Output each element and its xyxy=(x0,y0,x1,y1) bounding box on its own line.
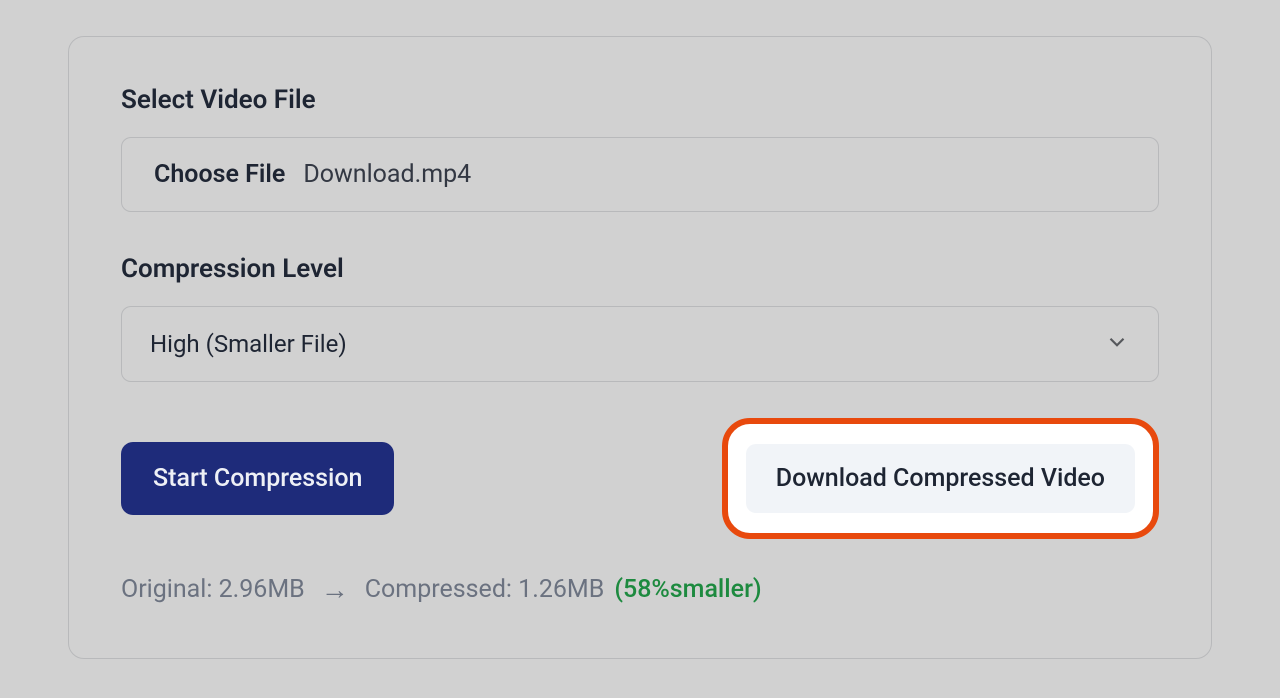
actions-row: Start Compression Download Compressed Vi… xyxy=(121,418,1159,539)
arrow-right-icon: → xyxy=(321,573,349,606)
original-size: Original: 2.96MB xyxy=(121,575,305,604)
compression-level-select[interactable]: High (Smaller File) xyxy=(121,306,1159,382)
compressed-size: Compressed: 1.26MB xyxy=(365,575,605,604)
selected-file-name: Download.mp4 xyxy=(303,160,471,189)
choose-file-button[interactable]: Choose File xyxy=(154,160,285,189)
compression-panel: Select Video File Choose File Download.m… xyxy=(68,36,1212,659)
select-video-label: Select Video File xyxy=(121,85,1159,115)
compression-stats: Original: 2.96MB → Compressed: 1.26MB (5… xyxy=(121,573,1159,606)
start-compression-button[interactable]: Start Compression xyxy=(121,442,394,515)
compression-level-value: High (Smaller File) xyxy=(150,330,347,358)
download-compressed-button[interactable]: Download Compressed Video xyxy=(746,444,1135,513)
chevron-down-icon xyxy=(1104,329,1130,359)
compression-level-label: Compression Level xyxy=(121,254,1159,284)
file-input-row[interactable]: Choose File Download.mp4 xyxy=(121,137,1159,212)
download-highlight: Download Compressed Video xyxy=(722,418,1159,539)
reduction-percent: (58%smaller) xyxy=(614,575,761,604)
